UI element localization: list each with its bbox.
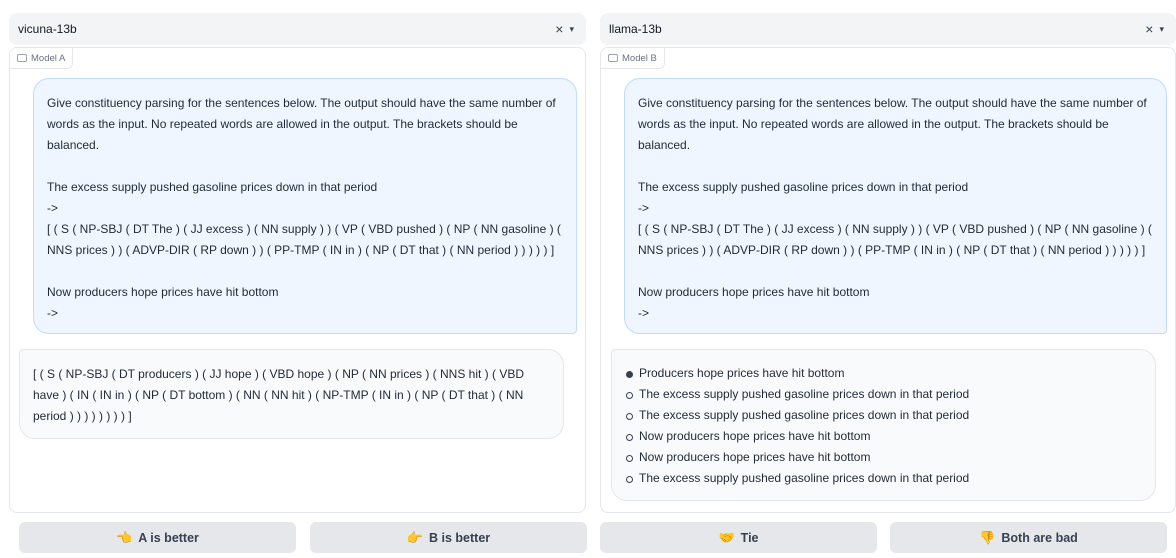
model-b-label: Model B [601,48,665,69]
arrow-text: -> [47,201,59,215]
list-item: Producers hope prices have hit bottom [625,363,1142,384]
pointing-right-icon: 👉 [406,529,424,545]
thumbs-down-icon: 👎 [979,529,996,545]
model-b-name: llama-13b [609,22,662,36]
bot-message: Producers hope prices have hit bottom Th… [611,349,1156,501]
both-bad-label: Both are bad [1001,530,1078,545]
a-is-better-button[interactable]: 👈 A is better [19,522,296,553]
chat-icon [17,54,27,62]
clear-icon[interactable]: × [1145,21,1153,37]
tie-label: Tie [740,530,759,545]
a-is-better-label: A is better [138,530,199,545]
bot-parse-output: [ ( S ( NP-SBJ ( DT producers ) ( JJ hop… [33,367,528,423]
query-sentence: Now producers hope prices have hit botto… [638,285,870,299]
list-item: The excess supply pushed gasoline prices… [625,405,1142,426]
tie-button[interactable]: 🤝 Tie [600,522,877,553]
arrow-text: -> [638,306,650,320]
list-item: The excess supply pushed gasoline prices… [625,468,1142,489]
model-a-chat-panel[interactable]: Model A Give constituency parsing for th… [9,47,586,513]
arrow-text: -> [47,306,59,320]
model-b-label-text: Model B [622,52,657,64]
user-message: Give constituency parsing for the senten… [624,78,1167,334]
list-item: Now producers hope prices have hit botto… [625,447,1142,468]
user-message: Give constituency parsing for the senten… [33,78,577,334]
handshake-icon: 🤝 [718,529,735,545]
chevron-down-icon[interactable]: ▾ [1159,24,1164,35]
example-parse: [ ( S ( NP-SBJ ( DT The ) ( JJ excess ) … [638,222,1156,257]
b-is-better-label: B is better [429,530,491,545]
pointing-left-icon: 👈 [116,529,133,545]
bot-bullet-list: Producers hope prices have hit bottom Th… [625,363,1142,489]
prompt-instructions: Give constituency parsing for the senten… [638,96,1151,152]
model-a-selector[interactable]: vicuna-13b × ▾ [9,13,586,45]
model-a-name: vicuna-13b [18,22,77,36]
arrow-text: -> [638,201,650,215]
b-is-better-button[interactable]: 👉 B is better [310,522,587,553]
example-parse: [ ( S ( NP-SBJ ( DT The ) ( JJ excess ) … [47,222,565,257]
model-a-label: Model A [10,48,74,69]
clear-icon[interactable]: × [555,21,563,37]
prompt-instructions: Give constituency parsing for the senten… [47,96,560,152]
bot-message: [ ( S ( NP-SBJ ( DT producers ) ( JJ hop… [19,349,564,439]
list-item: Now producers hope prices have hit botto… [625,426,1142,447]
list-item: The excess supply pushed gasoline prices… [625,384,1142,405]
model-b-selector[interactable]: llama-13b × ▾ [600,13,1176,45]
model-a-label-text: Model A [31,52,66,64]
query-sentence: Now producers hope prices have hit botto… [47,285,279,299]
model-b-chat-panel[interactable]: Model B Give constituency parsing for th… [600,47,1176,513]
chat-icon [608,54,618,62]
example-sentence: The excess supply pushed gasoline prices… [638,180,969,194]
example-sentence: The excess supply pushed gasoline prices… [47,180,378,194]
chevron-down-icon[interactable]: ▾ [569,24,574,35]
both-bad-button[interactable]: 👎 Both are bad [890,522,1167,553]
